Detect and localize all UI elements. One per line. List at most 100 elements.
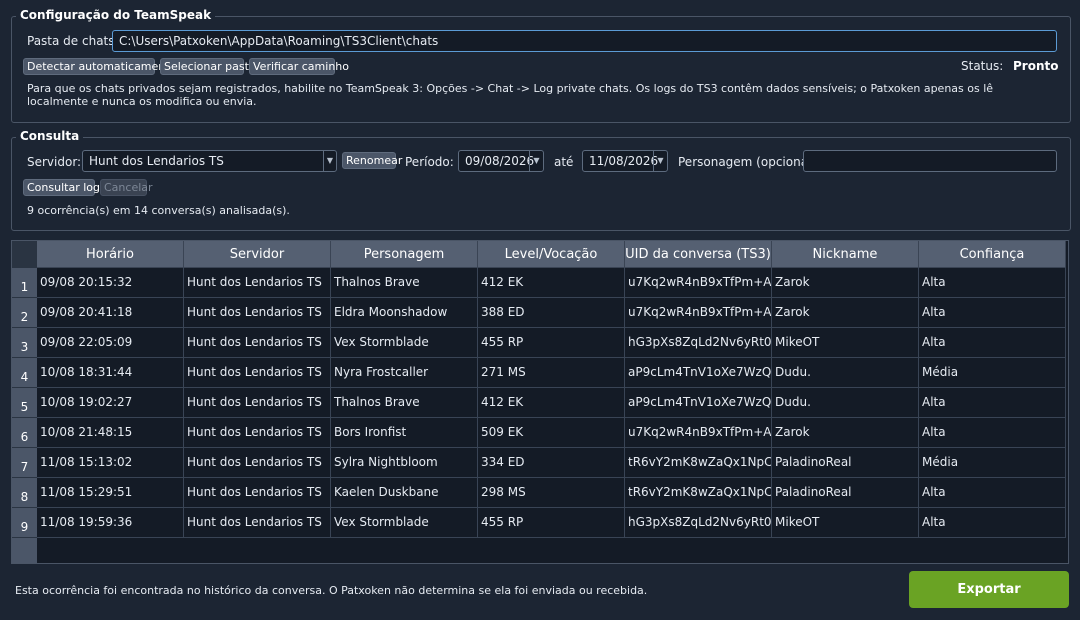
cell-time[interactable]: 10/08 21:48:15 (37, 418, 184, 447)
table-row[interactable]: 11/08 15:29:51 Hunt dos Lendarios TS Kaele… (37, 478, 1066, 508)
cell-nickname[interactable]: Zarok (772, 298, 919, 327)
cell-level-vocation[interactable]: 271 MS (478, 358, 625, 387)
cell-server[interactable]: Hunt dos Lendarios TS (184, 448, 331, 477)
cell-character[interactable]: Sylra Nightbloom (331, 448, 478, 477)
cell-conversation-uid[interactable]: u7Kq2wR4nB9xTfPm+A1... (625, 268, 772, 297)
export-button[interactable]: Exportar (909, 571, 1069, 608)
table-corner[interactable] (12, 241, 37, 268)
cell-character[interactable]: Thalnos Brave (331, 388, 478, 417)
cell-conversation-uid[interactable]: hG3pXs8ZqLd2Nv6yRt0B... (625, 508, 772, 537)
row-header[interactable]: 8 (12, 478, 37, 508)
table-row[interactable]: 09/08 20:15:32 Hunt dos Lendarios TS Thaln… (37, 268, 1066, 298)
cell-character[interactable]: Kaelen Duskbane (331, 478, 478, 507)
cell-character[interactable]: Nyra Frostcaller (331, 358, 478, 387)
date-to-input[interactable]: 11/08/2026 ▼ (582, 150, 668, 172)
row-header[interactable]: 9 (12, 508, 37, 538)
cell-nickname[interactable]: Dudu. (772, 388, 919, 417)
search-logs-button[interactable]: Consultar logs (23, 179, 106, 196)
cell-conversation-uid[interactable]: tR6vY2mK8wZaQx1NpC... (625, 448, 772, 477)
cell-server[interactable]: Hunt dos Lendarios TS (184, 358, 331, 387)
rename-button[interactable]: Renomear (342, 152, 402, 169)
row-header[interactable]: 4 (12, 358, 37, 388)
verify-path-button[interactable]: Verificar caminho (249, 58, 349, 75)
column-header-level-vocation[interactable]: Level/Vocação (478, 241, 625, 268)
cell-confidence[interactable]: Alta (919, 298, 1066, 327)
cell-character[interactable]: Bors Ironfist (331, 418, 478, 447)
column-header-conversation-uid[interactable]: UID da conversa (TS3) (625, 241, 772, 268)
cell-server[interactable]: Hunt dos Lendarios TS (184, 508, 331, 537)
cell-nickname[interactable]: Zarok (772, 268, 919, 297)
cell-confidence[interactable]: Alta (919, 508, 1066, 537)
row-header[interactable]: 1 (12, 268, 37, 298)
row-header[interactable]: 7 (12, 448, 37, 478)
server-select[interactable]: Hunt dos Lendarios TS ▼ (82, 150, 337, 172)
cell-time[interactable]: 10/08 19:02:27 (37, 388, 184, 417)
cell-server[interactable]: Hunt dos Lendarios TS (184, 268, 331, 297)
row-header[interactable]: 2 (12, 298, 37, 328)
table-row[interactable]: 09/08 20:41:18 Hunt dos Lendarios TS Eldra… (37, 298, 1066, 328)
column-header-character[interactable]: Personagem (331, 241, 478, 268)
cell-nickname[interactable]: PaladinoReal (772, 448, 919, 477)
column-header-server[interactable]: Servidor (184, 241, 331, 268)
cell-server[interactable]: Hunt dos Lendarios TS (184, 328, 331, 357)
row-header[interactable]: 6 (12, 418, 37, 448)
cell-level-vocation[interactable]: 455 RP (478, 508, 625, 537)
cell-character[interactable]: Eldra Moonshadow (331, 298, 478, 327)
table-row[interactable]: 10/08 19:02:27 Hunt dos Lendarios TS Thaln… (37, 388, 1066, 418)
cell-conversation-uid[interactable]: u7Kq2wR4nB9xTfPm+A1... (625, 418, 772, 447)
cell-conversation-uid[interactable]: tR6vY2mK8wZaQx1NpC... (625, 478, 772, 507)
table-row[interactable]: 09/08 22:05:09 Hunt dos Lendarios TS Vex S… (37, 328, 1066, 358)
cell-time[interactable]: 09/08 20:41:18 (37, 298, 184, 327)
cell-server[interactable]: Hunt dos Lendarios TS (184, 418, 331, 447)
cell-conversation-uid[interactable]: aP9cLm4TnV1oXe7WzQr... (625, 388, 772, 417)
cell-level-vocation[interactable]: 455 RP (478, 328, 625, 357)
cell-conversation-uid[interactable]: hG3pXs8ZqLd2Nv6yRt0B... (625, 328, 772, 357)
cell-confidence[interactable]: Alta (919, 328, 1066, 357)
cell-confidence[interactable]: Alta (919, 478, 1066, 507)
cell-level-vocation[interactable]: 412 EK (478, 388, 625, 417)
table-row[interactable]: 10/08 21:48:15 Hunt dos Lendarios TS Bors … (37, 418, 1066, 448)
cell-level-vocation[interactable]: 509 EK (478, 418, 625, 447)
cell-level-vocation[interactable]: 388 ED (478, 298, 625, 327)
date-from-input[interactable]: 09/08/2026 ▼ (458, 150, 544, 172)
cell-time[interactable]: 11/08 19:59:36 (37, 508, 184, 537)
cell-nickname[interactable]: Dudu. (772, 358, 919, 387)
column-header-confidence[interactable]: Confiança (919, 241, 1066, 268)
cell-nickname[interactable]: MikeOT (772, 508, 919, 537)
cell-level-vocation[interactable]: 334 ED (478, 448, 625, 477)
character-input[interactable] (803, 150, 1057, 172)
cell-confidence[interactable]: Alta (919, 388, 1066, 417)
column-header-nickname[interactable]: Nickname (772, 241, 919, 268)
detect-automatically-button[interactable]: Detectar automaticamente (23, 58, 176, 75)
results-table[interactable]: Horário Servidor Personagem Level/Vocaçã… (11, 240, 1069, 564)
cell-confidence[interactable]: Média (919, 358, 1066, 387)
cell-nickname[interactable]: Zarok (772, 418, 919, 447)
column-header-time[interactable]: Horário (37, 241, 184, 268)
table-row[interactable]: 10/08 18:31:44 Hunt dos Lendarios TS Nyra … (37, 358, 1066, 388)
row-header[interactable]: 3 (12, 328, 37, 358)
cell-character[interactable]: Vex Stormblade (331, 328, 478, 357)
cell-server[interactable]: Hunt dos Lendarios TS (184, 388, 331, 417)
cell-conversation-uid[interactable]: u7Kq2wR4nB9xTfPm+A1... (625, 298, 772, 327)
chat-folder-input[interactable]: C:\Users\Patxoken\AppData\Roaming\TS3Cli… (112, 30, 1057, 52)
cell-confidence[interactable]: Alta (919, 268, 1066, 297)
cell-server[interactable]: Hunt dos Lendarios TS (184, 298, 331, 327)
cell-character[interactable]: Vex Stormblade (331, 508, 478, 537)
select-folder-button[interactable]: Selecionar pasta (160, 58, 256, 75)
cell-level-vocation[interactable]: 412 EK (478, 268, 625, 297)
cell-conversation-uid[interactable]: aP9cLm4TnV1oXe7WzQr... (625, 358, 772, 387)
cell-time[interactable]: 10/08 18:31:44 (37, 358, 184, 387)
cell-time[interactable]: 11/08 15:29:51 (37, 478, 184, 507)
cell-server[interactable]: Hunt dos Lendarios TS (184, 478, 331, 507)
cell-level-vocation[interactable]: 298 MS (478, 478, 625, 507)
row-header[interactable]: 5 (12, 388, 37, 418)
cancel-button[interactable]: Cancelar (100, 179, 153, 196)
cell-time[interactable]: 11/08 15:13:02 (37, 448, 184, 477)
cell-character[interactable]: Thalnos Brave (331, 268, 478, 297)
cell-nickname[interactable]: PaladinoReal (772, 478, 919, 507)
cell-nickname[interactable]: MikeOT (772, 328, 919, 357)
table-row[interactable]: 11/08 19:59:36 Hunt dos Lendarios TS Vex S… (37, 508, 1066, 538)
table-row[interactable]: 11/08 15:13:02 Hunt dos Lendarios TS Sylra… (37, 448, 1066, 478)
cell-confidence[interactable]: Alta (919, 418, 1066, 447)
cell-confidence[interactable]: Média (919, 448, 1066, 477)
